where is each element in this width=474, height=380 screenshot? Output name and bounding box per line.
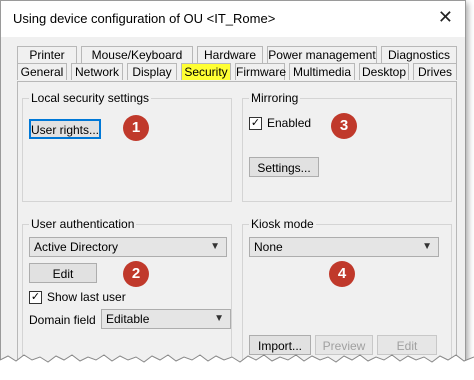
user-rights-button[interactable]: User rights... xyxy=(29,119,101,139)
kiosk-label: Kiosk mode xyxy=(249,217,316,231)
tab-network[interactable]: Network xyxy=(71,63,123,80)
enabled-checkbox[interactable]: ✓ xyxy=(249,117,262,130)
tab-row-top: Printer Mouse/Keyboard Hardware Power ma… xyxy=(17,46,457,64)
close-icon[interactable]: ✕ xyxy=(438,7,453,28)
chevron-down-icon: ▼ xyxy=(214,313,224,324)
chevron-down-icon: ▼ xyxy=(210,241,220,252)
mirroring-label: Mirroring xyxy=(249,91,301,105)
window-title: Using device configuration of OU <IT_Rom… xyxy=(13,11,276,26)
dialog-window: Using device configuration of OU <IT_Rom… xyxy=(0,0,466,374)
settings-button[interactable]: Settings... xyxy=(249,157,319,177)
badge-3: 3 xyxy=(331,113,357,139)
badge-4: 4 xyxy=(329,261,355,287)
show-last-user-label: Show last user xyxy=(47,290,126,304)
show-last-user-checkbox[interactable]: ✓ xyxy=(29,291,42,304)
domain-field-value: Editable xyxy=(106,312,150,326)
security-panel: Local security settings User rights... 1… xyxy=(17,81,457,374)
kiosk-mode-select[interactable]: None ▼ xyxy=(249,237,439,257)
tab-multimedia[interactable]: Multimedia xyxy=(289,63,355,80)
tab-diagnostics[interactable]: Diagnostics xyxy=(381,46,457,63)
local-security-group: Local security settings User rights... 1 xyxy=(22,91,232,202)
title-bar: Using device configuration of OU <IT_Rom… xyxy=(1,1,465,37)
torn-edge xyxy=(0,354,474,380)
tab-firmware[interactable]: Firmware xyxy=(235,63,286,80)
badge-2: 2 xyxy=(123,261,149,287)
tab-hardware[interactable]: Hardware xyxy=(197,46,263,63)
tab-mouse-keyboard[interactable]: Mouse/Keyboard xyxy=(81,46,193,63)
tab-display[interactable]: Display xyxy=(127,63,177,80)
tab-security[interactable]: Security xyxy=(181,63,231,80)
chevron-down-icon: ▼ xyxy=(422,241,432,252)
enabled-label: Enabled xyxy=(267,116,312,130)
auth-edit-button[interactable]: Edit xyxy=(29,263,97,283)
kiosk-mode-value: None xyxy=(254,240,283,254)
tab-printer[interactable]: Printer xyxy=(17,46,77,63)
tab-row-bottom: General Network Display Security Firmwar… xyxy=(17,63,457,81)
tab-power-management[interactable]: Power management xyxy=(267,46,377,63)
tab-desktop[interactable]: Desktop xyxy=(359,63,409,80)
tab-drives[interactable]: Drives xyxy=(413,63,457,80)
badge-1: 1 xyxy=(123,115,149,141)
domain-field-label: Domain field xyxy=(29,313,96,327)
auth-method-value: Active Directory xyxy=(34,240,119,254)
local-security-label: Local security settings xyxy=(29,91,152,105)
auth-method-select[interactable]: Active Directory ▼ xyxy=(29,237,227,257)
domain-field-select[interactable]: Editable ▼ xyxy=(101,309,231,329)
user-auth-label: User authentication xyxy=(29,217,137,231)
tab-general[interactable]: General xyxy=(17,63,67,80)
mirroring-group: Mirroring ✓ Enabled 3 Settings... xyxy=(242,91,452,202)
